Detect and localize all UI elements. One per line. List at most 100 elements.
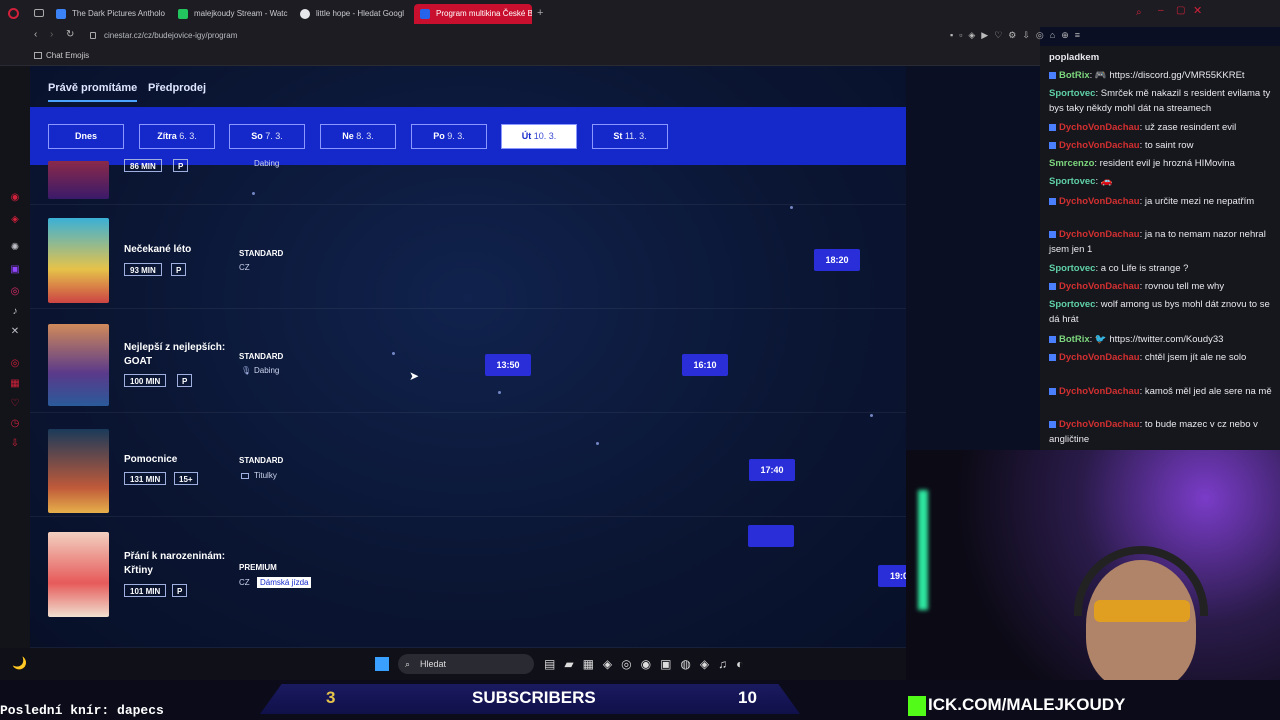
- chat-username[interactable]: DychoVonDachau: [1059, 122, 1140, 133]
- chat-message: BotRix: 🎮 https://discord.gg/VMR55KKREt: [1049, 68, 1277, 83]
- chat-username[interactable]: DychoVonDachau: [1059, 419, 1140, 430]
- tiktok-icon[interactable]: ♪: [9, 306, 21, 318]
- movie-duration: 93 MIN: [124, 263, 162, 276]
- chat-username[interactable]: Sportovec: [1049, 263, 1095, 274]
- chat-username[interactable]: Sportovec: [1049, 88, 1095, 99]
- downloads-icon[interactable]: ⇩: [9, 438, 21, 450]
- forward-icon[interactable]: ›: [50, 29, 53, 40]
- browser-tab-bar: The Dark Pictures Antholo malejkoudy Str…: [0, 0, 1280, 27]
- close-icon[interactable]: ✕: [1193, 4, 1202, 17]
- movie-rating: P: [173, 159, 189, 172]
- chat-username[interactable]: Smrcenzo: [1049, 158, 1094, 169]
- history-icon[interactable]: ◷: [9, 418, 21, 430]
- reload-icon[interactable]: ↻: [66, 29, 74, 40]
- nav-presale[interactable]: Předprodej: [148, 82, 206, 94]
- chat-username[interactable]: DychoVonDachau: [1059, 229, 1140, 240]
- showtime-button[interactable]: 18:20: [814, 249, 860, 271]
- twitch-icon[interactable]: ▣: [9, 264, 21, 276]
- chat-username[interactable]: DychoVonDachau: [1059, 281, 1140, 292]
- nav-now-playing[interactable]: Právě promítáme: [48, 82, 138, 102]
- movie-poster[interactable]: [48, 532, 109, 617]
- maximize-icon[interactable]: ▢: [1176, 5, 1185, 16]
- movie-title[interactable]: Nejlepší z nejlepších: GOAT: [124, 341, 234, 369]
- player-icon[interactable]: ◎: [9, 358, 21, 370]
- chatgpt-icon[interactable]: ✺: [9, 242, 21, 254]
- tab-workspace-icon[interactable]: [34, 9, 44, 17]
- chat-message: BotRix: 🐦 https://twitter.com/Koudy33: [1049, 332, 1277, 347]
- chat-username[interactable]: DychoVonDachau: [1059, 386, 1140, 397]
- date-value: 8. 3.: [356, 131, 374, 141]
- browser-tab-cinestar-program[interactable]: Program multikina České B: [414, 4, 532, 24]
- chat-message: Smrcenzo: resident evil je hrozná HIMovi…: [1049, 156, 1277, 171]
- badge-icon: [1049, 197, 1056, 205]
- subscriber-goal: 3 SUBSCRIBERS 10: [260, 684, 800, 714]
- movie-poster[interactable]: [48, 429, 109, 513]
- kick-logo-icon: [908, 696, 926, 716]
- chat-username[interactable]: Sportovec: [1049, 299, 1095, 310]
- chat-username[interactable]: DychoVonDachau: [1059, 196, 1140, 207]
- date-day: Zítra: [157, 131, 177, 141]
- movie-language: CZ: [239, 263, 250, 272]
- bookmark-chat-emojis[interactable]: Chat Emojis: [46, 51, 89, 60]
- widget-icon[interactable]: 🌙: [12, 656, 27, 670]
- address-bar: ‹ › ↻ cinestar.cz/cz/budejovice-igy/prog…: [0, 27, 1080, 46]
- bookmark-folder-icon: [34, 52, 42, 59]
- date-button-tomorrow[interactable]: Zítra 6. 3.: [139, 124, 215, 149]
- movie-row: Nejlepší z nejlepších: GOAT 100 MIN P ST…: [30, 309, 906, 413]
- date-button-sun[interactable]: Ne 8. 3.: [320, 124, 396, 149]
- movie-language: Dabing: [254, 366, 280, 375]
- windows-taskbar: 🌙 ⌕ Hledat ▤▰▦◈◎◉▣◍◈♫◐: [0, 648, 906, 680]
- tab-favicon-icon: [56, 9, 66, 19]
- chat-text: : a co Life is strange ?: [1095, 263, 1189, 274]
- url-field[interactable]: cinestar.cz/cz/budejovice-igy/program: [104, 29, 237, 43]
- date-button-tue-selected[interactable]: Út 10. 3.: [501, 124, 577, 149]
- taskbar-apps[interactable]: ▤▰▦◈◎◉▣◍◈♫◐: [544, 657, 752, 671]
- chat-text: : 🎮 https://discord.gg/VMR55KKREt: [1089, 70, 1245, 81]
- aria-icon[interactable]: ◉: [9, 192, 21, 204]
- showtime-button-pomocnice[interactable]: 17:40: [749, 459, 795, 481]
- chat-username[interactable]: BotRix: [1059, 70, 1090, 81]
- showtime-button[interactable]: 16:10: [682, 354, 728, 376]
- showtime-button[interactable]: 19:0: [878, 565, 906, 587]
- opera-logo-icon[interactable]: [8, 8, 19, 19]
- new-tab-button[interactable]: +: [537, 7, 543, 19]
- chat-message: DychoVonDachau: to bude mazec v cz nebo …: [1049, 417, 1277, 447]
- movie-poster[interactable]: [48, 218, 109, 303]
- event-tag[interactable]: Dámská jízda: [257, 577, 312, 588]
- browser-tab-malejkoudy-stream[interactable]: malejkoudy Stream - Watc: [172, 4, 290, 24]
- movie-title[interactable]: Pomocnice: [124, 453, 177, 467]
- instagram-icon[interactable]: ◎: [9, 286, 21, 298]
- kick-channel-url: ICK.COM/MALEJKOUDY: [928, 695, 1126, 714]
- movie-poster[interactable]: [48, 161, 109, 199]
- browser-tab-google-search[interactable]: little hope - Hledat Googl: [294, 4, 410, 24]
- apps-icon[interactable]: ▦: [9, 378, 21, 390]
- chat-username[interactable]: Sportovec: [1049, 176, 1095, 187]
- taskbar-search[interactable]: ⌕ Hledat: [398, 654, 534, 674]
- movie-title[interactable]: Přání k narozeninám: Křtiny: [124, 550, 234, 578]
- tab-favicon-icon: [420, 9, 430, 19]
- chat-username[interactable]: DychoVonDachau: [1059, 140, 1140, 151]
- start-button[interactable]: [375, 657, 389, 671]
- minimize-icon[interactable]: –: [1158, 5, 1164, 16]
- showtime-button[interactable]: 13:50: [485, 354, 531, 376]
- back-icon[interactable]: ‹: [34, 29, 37, 40]
- movie-title[interactable]: Nečekané léto: [124, 243, 191, 257]
- heart-icon[interactable]: ♡: [9, 398, 21, 410]
- date-value: 10. 3.: [533, 131, 557, 141]
- movie-language: Titulky: [254, 471, 277, 480]
- extensions-toolbar[interactable]: ▪▫◈▶♡⚙⇩◎⌂⊕≡: [950, 30, 1140, 42]
- date-button-mon[interactable]: Po 9. 3.: [411, 124, 487, 149]
- crypto-wallet-icon[interactable]: ◈: [9, 214, 21, 226]
- date-button-today[interactable]: Dnes: [48, 124, 124, 149]
- x-icon[interactable]: ✕: [9, 326, 21, 338]
- chat-username[interactable]: BotRix: [1059, 334, 1090, 345]
- chat-message: DychoVonDachau: kamoš měl jed ale sere n…: [1049, 384, 1277, 399]
- date-button-sat[interactable]: So 7. 3.: [229, 124, 305, 149]
- chat-username[interactable]: DychoVonDachau: [1059, 352, 1140, 363]
- window-search-icon[interactable]: ⌕: [1136, 7, 1142, 18]
- date-button-wed[interactable]: St 11. 3.: [592, 124, 668, 149]
- browser-tab-dark-pictures[interactable]: The Dark Pictures Antholo: [50, 4, 168, 24]
- movie-poster[interactable]: [48, 324, 109, 406]
- chat-text: : 🚗: [1095, 176, 1113, 187]
- search-icon: ⌕: [405, 659, 411, 669]
